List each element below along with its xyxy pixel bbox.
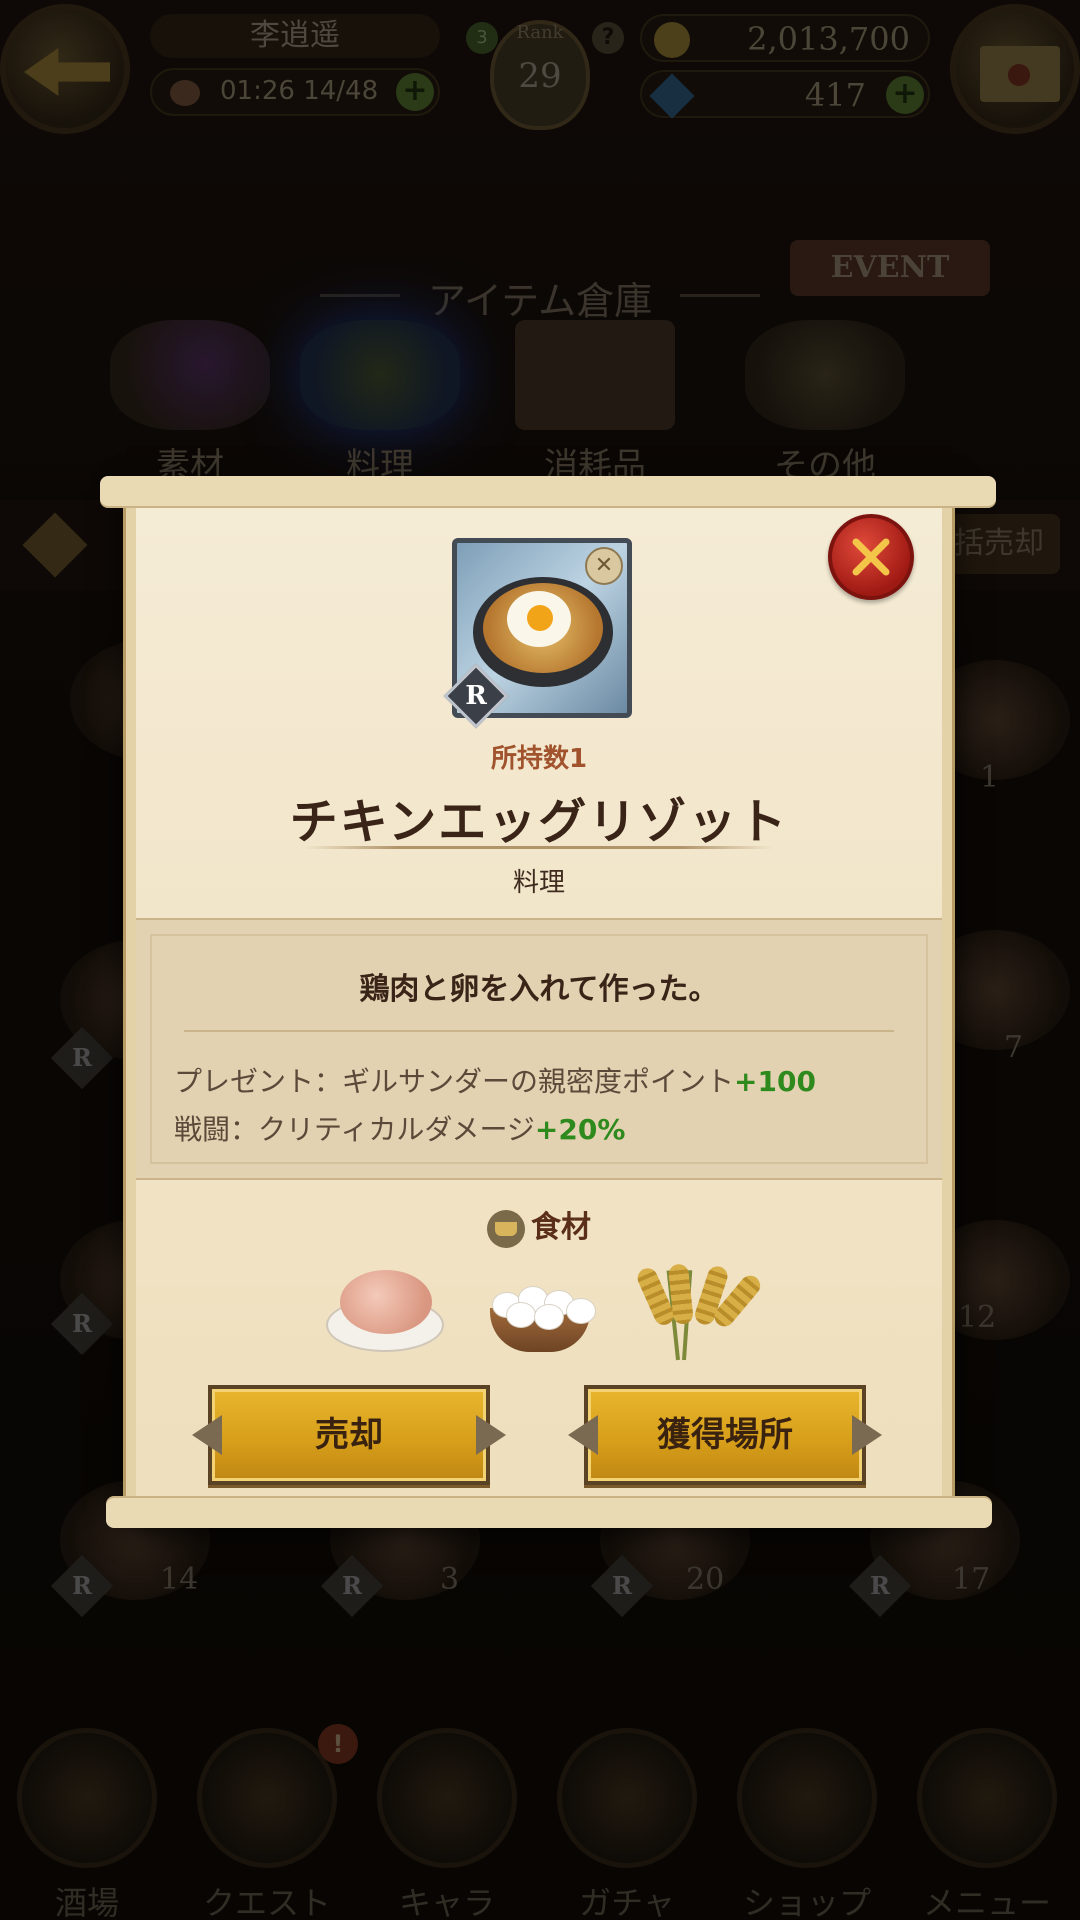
close-icon: [852, 538, 890, 576]
fork-knife-icon: ✕: [585, 547, 623, 585]
description-box: 鶏肉と卵を入れて作った。 プレゼント：ギルサンダーの親密度ポイント+100 戦闘…: [136, 918, 942, 1180]
divider: [184, 1030, 894, 1032]
ingredients-label: 食材: [531, 1210, 591, 1245]
effect-present: プレゼント：ギルサンダーの親密度ポイント+100: [174, 1060, 816, 1100]
item-description: 鶏肉と卵を入れて作った。: [359, 972, 719, 1007]
item-detail-dialog: ✕ R 所持数1 チキンエッグリゾット 料理 鶏肉と卵を入れて作った。 プレゼン…: [100, 476, 996, 1528]
basket-icon: [487, 1209, 525, 1248]
item-category: 料理: [512, 868, 565, 898]
effect-value: +20%: [534, 1113, 626, 1146]
ingredients-header: 食材: [136, 1202, 942, 1248]
acquisition-location-button[interactable]: 獲得場所: [584, 1385, 866, 1485]
chicken-icon[interactable]: [326, 1260, 446, 1360]
item-name: チキンエッグリゾット: [289, 794, 789, 850]
effect-label: 戦闘：クリティカルダメージ: [174, 1113, 535, 1146]
item-image: ✕ R: [443, 538, 632, 729]
owned-count: 所持数1: [490, 744, 588, 774]
divider: [304, 846, 774, 849]
rice-plant-icon[interactable]: [634, 1260, 765, 1361]
effect-battle: 戦闘：クリティカルダメージ+20%: [174, 1108, 625, 1148]
egg-icon: [527, 605, 553, 631]
sell-button[interactable]: 売却: [208, 1385, 490, 1485]
effect-label: プレゼント：ギルサンダーの親密度ポイント: [174, 1065, 735, 1098]
effect-value: +100: [734, 1065, 816, 1098]
close-button[interactable]: [828, 514, 914, 600]
eggs-icon[interactable]: [480, 1260, 600, 1360]
